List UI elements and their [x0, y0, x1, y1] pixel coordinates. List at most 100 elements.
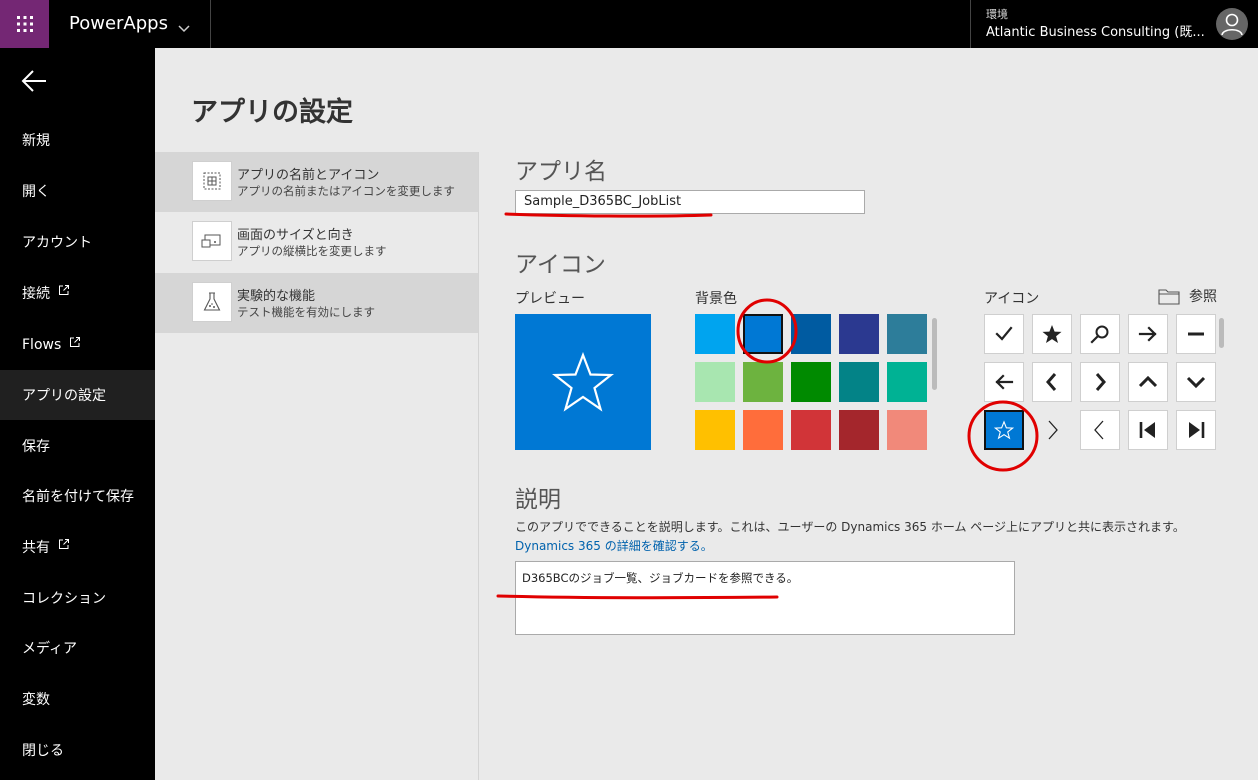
- chevron-right-icon: [1095, 373, 1106, 391]
- chevron-up-icon-option[interactable]: [1128, 362, 1168, 402]
- app-title[interactable]: PowerApps: [69, 13, 168, 34]
- environment-label: 環境: [986, 8, 1008, 21]
- color-swatch[interactable]: [839, 410, 879, 450]
- settings-item-screen-size[interactable]: 画面のサイズと向き アプリの縦横比を変更します: [155, 212, 478, 272]
- color-swatch[interactable]: [839, 362, 879, 402]
- nav-item-media[interactable]: メディア: [0, 623, 155, 673]
- browse-label: 参照: [1189, 289, 1217, 305]
- arrow-left-icon-option[interactable]: [984, 362, 1024, 402]
- nav-item-close[interactable]: 閉じる: [0, 725, 155, 775]
- icon-palette-scrollbar[interactable]: [1219, 318, 1224, 348]
- color-swatch[interactable]: [743, 314, 783, 354]
- nav-item-flows[interactable]: Flows: [0, 320, 155, 370]
- search-icon: [1090, 325, 1109, 344]
- nav-item-label: 名前を付けて保存: [22, 489, 134, 505]
- arrow-right-icon: [1138, 326, 1157, 342]
- settings-item-title: 実験的な機能: [237, 289, 316, 304]
- chevron-right-thin-icon-option[interactable]: [1032, 410, 1072, 450]
- color-swatch[interactable]: [791, 362, 831, 402]
- nav-item-share[interactable]: 共有: [0, 522, 155, 572]
- folder-icon: [1158, 288, 1180, 305]
- screen-size-icon: [192, 221, 232, 261]
- star-icon: [1042, 325, 1062, 343]
- nav-item-label: メディア: [22, 641, 78, 657]
- chevron-right-thin-icon: [1048, 420, 1058, 440]
- external-link-icon: [58, 284, 70, 296]
- flask-icon: [192, 282, 232, 322]
- palette-scrollbar[interactable]: [932, 318, 937, 390]
- nav-item-label: 変数: [22, 692, 50, 708]
- nav-item-connections[interactable]: 接続: [0, 268, 155, 318]
- color-swatch[interactable]: [887, 314, 927, 354]
- icon-preview: [515, 314, 651, 450]
- nav-item-label: Flows: [22, 337, 62, 353]
- arrow-right-icon-option[interactable]: [1128, 314, 1168, 354]
- chevron-down-icon-option[interactable]: [1176, 362, 1216, 402]
- back-arrow-icon[interactable]: [20, 68, 48, 94]
- nav-item-collections[interactable]: コレクション: [0, 573, 155, 623]
- background-color-label: 背景色: [695, 291, 737, 307]
- top-bar: PowerApps 環境 Atlantic Business Consultin…: [0, 0, 1258, 48]
- color-swatch[interactable]: [695, 410, 735, 450]
- settings-item-experimental[interactable]: 実験的な機能 テスト機能を有効にします: [155, 273, 478, 333]
- nav-item-open[interactable]: 開く: [0, 166, 155, 216]
- icon-palette: [984, 314, 1217, 450]
- search-icon-option[interactable]: [1080, 314, 1120, 354]
- environment-name[interactable]: Atlantic Business Consulting (既...: [986, 21, 1205, 40]
- nav-item-label: 閉じる: [22, 743, 64, 759]
- color-swatch[interactable]: [887, 410, 927, 450]
- learn-more-link[interactable]: Dynamics 365 の詳細を確認する。: [515, 537, 713, 554]
- nav-item-label: コレクション: [22, 591, 106, 607]
- color-swatch[interactable]: [695, 314, 735, 354]
- skip-first-icon-option[interactable]: [1128, 410, 1168, 450]
- main-content: アプリの設定 アプリの名前とアイコン アプリの名前またはアイコンを変更します 画…: [155, 48, 1258, 780]
- nav-item-save-as[interactable]: 名前を付けて保存: [0, 471, 155, 521]
- nav-item-new[interactable]: 新規: [0, 115, 155, 165]
- nav-item-variables[interactable]: 変数: [0, 674, 155, 724]
- app-name-input[interactable]: Sample_D365BC_JobList: [515, 190, 865, 214]
- chevron-right-icon-option[interactable]: [1080, 362, 1120, 402]
- color-swatch[interactable]: [695, 362, 735, 402]
- app-launcher-icon[interactable]: [0, 0, 49, 48]
- arrow-left-icon: [995, 374, 1014, 390]
- nav-item-label: 保存: [22, 439, 50, 455]
- divider: [210, 0, 211, 48]
- settings-item-subtitle: アプリの縦横比を変更します: [237, 244, 387, 258]
- star-outline-icon-option[interactable]: [984, 410, 1024, 450]
- minus-icon-option[interactable]: [1176, 314, 1216, 354]
- color-swatch[interactable]: [743, 410, 783, 450]
- settings-item-subtitle: アプリの名前またはアイコンを変更します: [237, 184, 455, 198]
- app-name-heading: アプリ名: [515, 159, 607, 185]
- chevron-left-icon: [1046, 373, 1057, 391]
- chevron-left-thin-icon: [1094, 420, 1104, 440]
- chevron-down-icon[interactable]: [178, 18, 190, 37]
- nav-item-app-settings[interactable]: アプリの設定: [0, 370, 155, 420]
- browse-button[interactable]: 参照: [1158, 286, 1217, 306]
- color-swatch[interactable]: [887, 362, 927, 402]
- description-textarea[interactable]: D365BCのジョブ一覧、ジョブカードを参照できる。: [515, 561, 1015, 635]
- chevron-left-icon-option[interactable]: [1032, 362, 1072, 402]
- divider: [970, 0, 971, 48]
- color-swatch[interactable]: [791, 410, 831, 450]
- nav-item-label: 共有: [22, 540, 50, 556]
- star-outline-icon: [552, 352, 614, 412]
- nav-item-account[interactable]: アカウント: [0, 217, 155, 267]
- color-swatch[interactable]: [743, 362, 783, 402]
- star-outline-icon: [994, 420, 1014, 440]
- check-icon-option[interactable]: [984, 314, 1024, 354]
- icon-heading: アイコン: [515, 252, 606, 278]
- skip-last-icon: [1189, 422, 1205, 438]
- nav-item-save[interactable]: 保存: [0, 421, 155, 471]
- color-swatch[interactable]: [791, 314, 831, 354]
- settings-item-app-name-icon[interactable]: アプリの名前とアイコン アプリの名前またはアイコンを変更します: [155, 152, 478, 212]
- skip-last-icon-option[interactable]: [1176, 410, 1216, 450]
- skip-first-icon: [1139, 422, 1155, 438]
- avatar[interactable]: [1216, 8, 1248, 40]
- nav-item-label: アプリの設定: [22, 388, 106, 404]
- app-name-icon: [192, 161, 232, 201]
- color-swatch[interactable]: [839, 314, 879, 354]
- nav-item-label: 新規: [22, 133, 50, 149]
- star-icon-option[interactable]: [1032, 314, 1072, 354]
- chevron-left-thin-icon-option[interactable]: [1080, 410, 1120, 450]
- settings-item-subtitle: テスト機能を有効にします: [237, 305, 375, 319]
